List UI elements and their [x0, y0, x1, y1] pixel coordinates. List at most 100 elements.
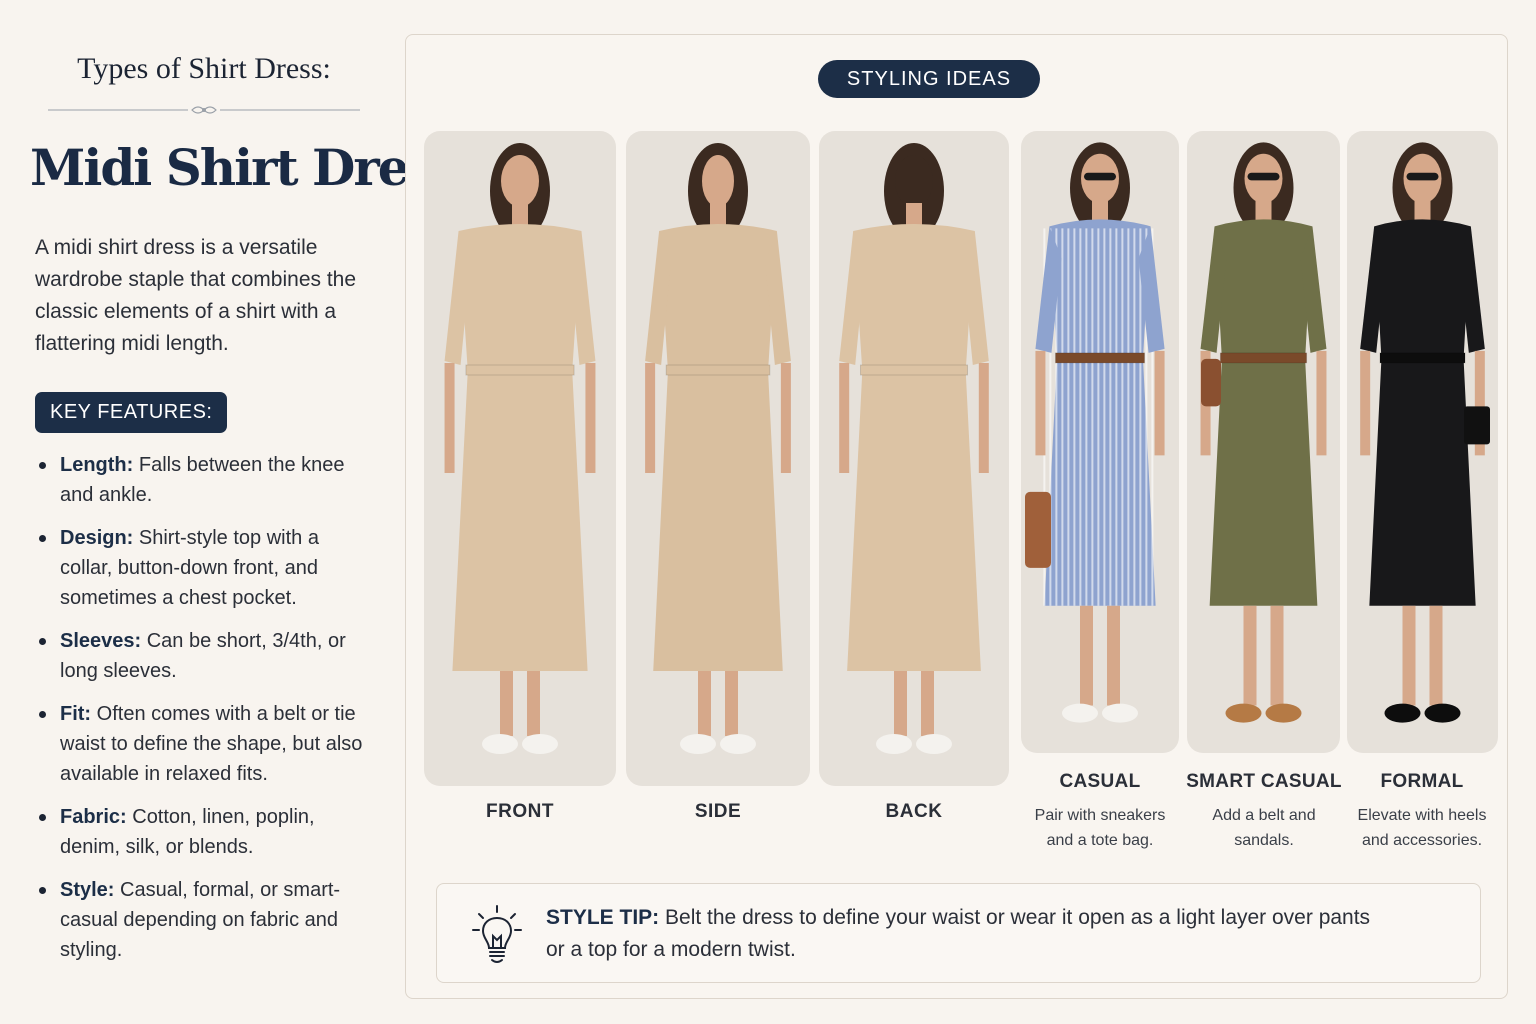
right-shoe-shape: [1265, 703, 1302, 723]
left-leg-shape: [698, 671, 711, 736]
left-leg-shape: [500, 671, 513, 736]
casual-desc-line: and a tote bag.: [1046, 832, 1154, 849]
dress-shape: [1044, 219, 1156, 606]
neck-shape: [906, 203, 922, 225]
left-leg-shape: [1402, 605, 1416, 706]
page-title: Midi Shirt Dress: [30, 138, 462, 197]
style-tip-text: STYLE TIP: Belt the dress to define your…: [546, 902, 1386, 966]
smart-casual-desc-line: Add a belt and: [1212, 807, 1316, 824]
left-arm-shape: [444, 363, 455, 473]
head-shape: [702, 155, 734, 207]
style-tip-term: STYLE TIP:: [546, 906, 660, 929]
left-leg-shape: [1243, 605, 1257, 706]
feature-term: Design:: [60, 527, 134, 549]
ornament-divider-icon: [48, 106, 360, 114]
left-arm-shape: [645, 363, 656, 473]
belt-shape: [1055, 352, 1145, 364]
crossbody-bag-shape: [1201, 358, 1221, 407]
smart-casual-description: Add a belt and sandals.: [1182, 803, 1346, 853]
formal-look-photo: [1347, 131, 1498, 753]
right-arm-shape: [1316, 350, 1327, 456]
belt-shape: [665, 364, 771, 376]
neck-shape: [1414, 199, 1431, 221]
right-leg-shape: [1270, 605, 1284, 706]
right-shoe-shape: [916, 734, 952, 754]
casual-look-photo: [1021, 131, 1179, 753]
right-shoe-shape: [522, 734, 558, 754]
front-view-label: FRONT: [486, 801, 554, 822]
feature-term: Sleeves:: [60, 630, 142, 652]
side-view-photo: [626, 131, 810, 786]
features-list: Length: Falls between the knee and ankle…: [36, 450, 376, 978]
back-view-label: BACK: [885, 801, 943, 822]
feature-term: Style:: [60, 879, 115, 901]
left-leg-shape: [894, 671, 907, 736]
right-leg-shape: [1429, 605, 1443, 706]
dress-shape: [452, 224, 588, 671]
formal-desc-line: Elevate with heels: [1357, 807, 1487, 824]
feature-term: Fit:: [60, 703, 92, 725]
style-tip-body: Belt the dress to define your waist or w…: [546, 906, 1371, 961]
left-shoe-shape: [680, 734, 716, 754]
formal-title: FORMAL: [1380, 771, 1464, 792]
left-arm-shape: [1360, 350, 1371, 456]
belt-shape: [1379, 352, 1466, 364]
casual-description: Pair with sneakers and a tote bag.: [1011, 803, 1189, 853]
feature-text: Often comes with a belt or tie waist to …: [60, 703, 363, 785]
dress-shape: [847, 224, 981, 671]
sunglasses-shape: [1247, 172, 1280, 181]
neck-shape: [1255, 199, 1272, 221]
tote-bag-shape: [1025, 491, 1051, 568]
casual-title: CASUAL: [1059, 771, 1141, 792]
dress-shape: [1369, 219, 1476, 606]
clutch-bag-shape: [1464, 406, 1490, 445]
right-shoe-shape: [720, 734, 756, 754]
smart-casual-look-photo: [1187, 131, 1340, 753]
feature-term: Length:: [60, 454, 134, 476]
left-leg-shape: [1080, 605, 1093, 706]
formal-description: Elevate with heels and accessories.: [1342, 803, 1502, 853]
left-shoe-shape: [482, 734, 518, 754]
right-leg-shape: [921, 671, 934, 736]
intro-paragraph: A midi shirt dress is a versatile wardro…: [35, 236, 357, 355]
head-shape: [501, 155, 539, 207]
feature-item: Fabric: Cotton, linen, poplin, denim, si…: [36, 802, 376, 862]
right-shoe-shape: [1424, 703, 1461, 723]
dress-shape: [653, 224, 783, 671]
front-view-photo: [424, 131, 616, 786]
sunglasses-shape: [1406, 172, 1439, 181]
neck-shape: [710, 203, 726, 225]
feature-item: Design: Shirt-style top with a collar, b…: [36, 523, 376, 613]
feature-item: Style: Casual, formal, or smart-casual d…: [36, 875, 376, 965]
right-arm-shape: [780, 363, 791, 473]
feature-term: Fabric:: [60, 806, 127, 828]
left-arm-shape: [839, 363, 850, 473]
back-view-photo: [819, 131, 1009, 786]
right-arm-shape: [585, 363, 596, 473]
neck-shape: [1092, 199, 1108, 221]
left-shoe-shape: [1062, 703, 1098, 723]
formal-desc-line: and accessories.: [1361, 832, 1483, 849]
feature-item: Sleeves: Can be short, 3/4th, or long sl…: [36, 626, 376, 686]
left-arm-shape: [1035, 350, 1046, 456]
casual-desc-line: Pair with sneakers: [1034, 807, 1166, 824]
neck-shape: [512, 203, 528, 225]
eyebrow-heading: Types of Shirt Dress:: [77, 52, 331, 85]
right-leg-shape: [1107, 605, 1120, 706]
right-shoe-shape: [1102, 703, 1138, 723]
right-arm-shape: [1154, 350, 1165, 456]
styling-panel: STYLING IDEAS FRONT SIDE BACK CASUAL Pai…: [405, 34, 1508, 999]
belt-shape: [465, 364, 575, 376]
left-shoe-shape: [876, 734, 912, 754]
belt-shape: [1219, 352, 1308, 364]
style-tip-box: STYLE TIP: Belt the dress to define your…: [436, 883, 1481, 983]
side-view-label: SIDE: [694, 801, 742, 822]
sunglasses-shape: [1084, 172, 1116, 181]
dress-shape: [1209, 219, 1318, 606]
smart-casual-desc-line: sandals.: [1234, 832, 1294, 849]
styling-ideas-badge: STYLING IDEAS: [818, 60, 1040, 98]
smart-casual-title: SMART CASUAL: [1186, 771, 1342, 792]
belt-shape: [859, 364, 969, 376]
head-shape: [895, 155, 933, 207]
lightbulb-icon: [472, 905, 522, 963]
